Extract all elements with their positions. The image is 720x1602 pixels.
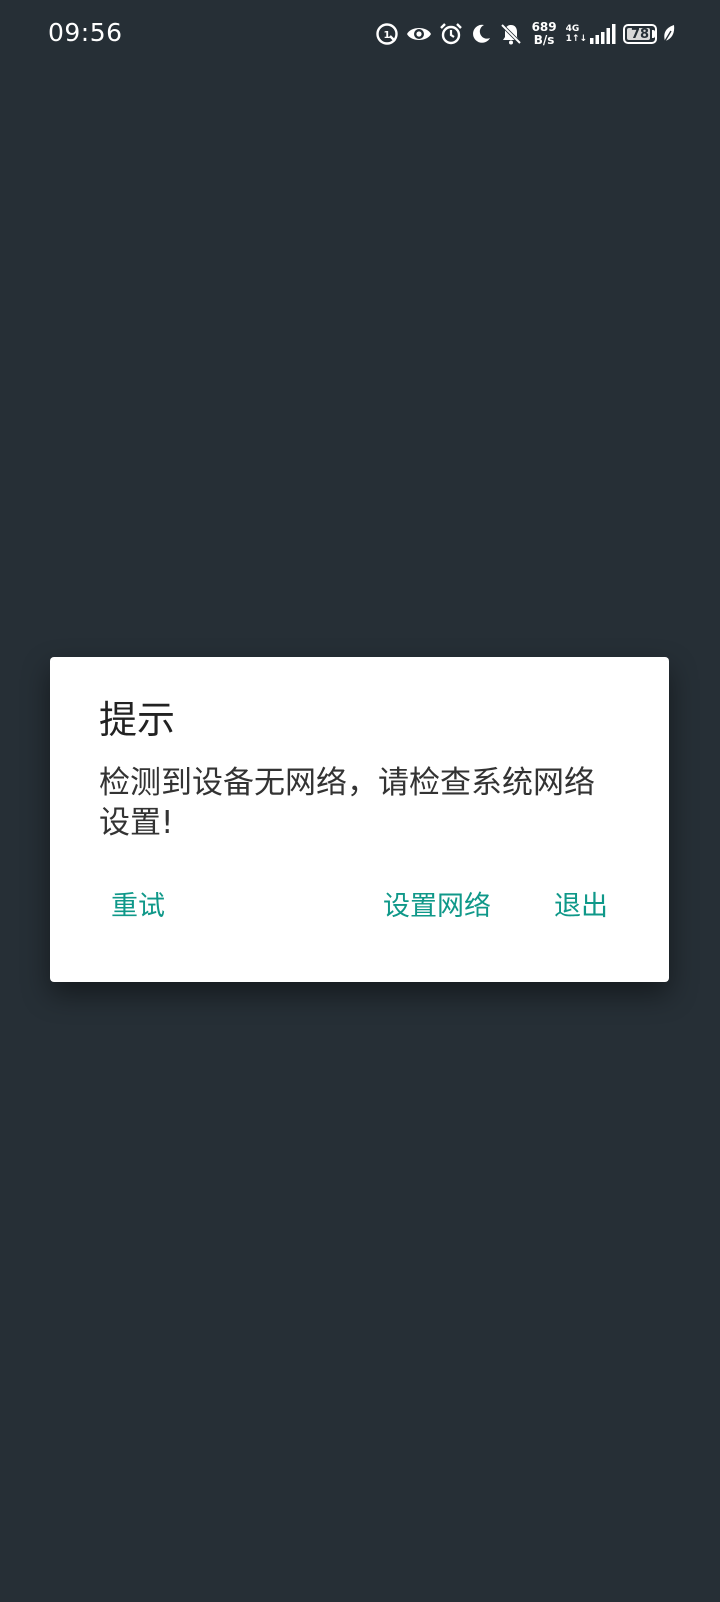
battery-level: 78: [630, 26, 650, 42]
network-speed-unit: B/s: [533, 33, 555, 47]
signal-type: 4G: [565, 24, 580, 34]
status-icons: 1 689 B/s 4G 1↑↓ 78: [375, 16, 676, 52]
svg-text:1: 1: [383, 30, 390, 41]
battery-icon: 78: [623, 24, 657, 44]
eye-comfort-icon: [406, 23, 432, 45]
network-error-dialog: 提示 检测到设备无网络，请检查系统网络设置! 重试 设置网络 退出: [50, 657, 669, 982]
dialog-actions: 重试 设置网络 退出: [50, 877, 669, 937]
network-settings-button[interactable]: 设置网络: [371, 877, 503, 937]
do-not-disturb-icon: [470, 23, 492, 45]
retry-button[interactable]: 重试: [99, 877, 177, 937]
notifications-muted-icon: [499, 22, 523, 46]
exit-button[interactable]: 退出: [542, 877, 620, 937]
signal-icon: 4G 1↑↓: [566, 24, 616, 44]
power-saving-leaf-icon: [662, 24, 676, 44]
status-bar: 09:56 1 689 B/s 4G 1↑↓ 78: [0, 0, 720, 70]
status-time: 09:56: [48, 18, 123, 47]
data-saver-icon: 1: [375, 22, 399, 46]
network-speed: 689 B/s: [532, 21, 557, 47]
alarm-icon: [439, 22, 463, 46]
dialog-message: 检测到设备无网络，请检查系统网络设置!: [99, 765, 595, 841]
signal-sub: 1↑↓: [565, 34, 587, 44]
dialog-title: 提示: [99, 698, 176, 742]
